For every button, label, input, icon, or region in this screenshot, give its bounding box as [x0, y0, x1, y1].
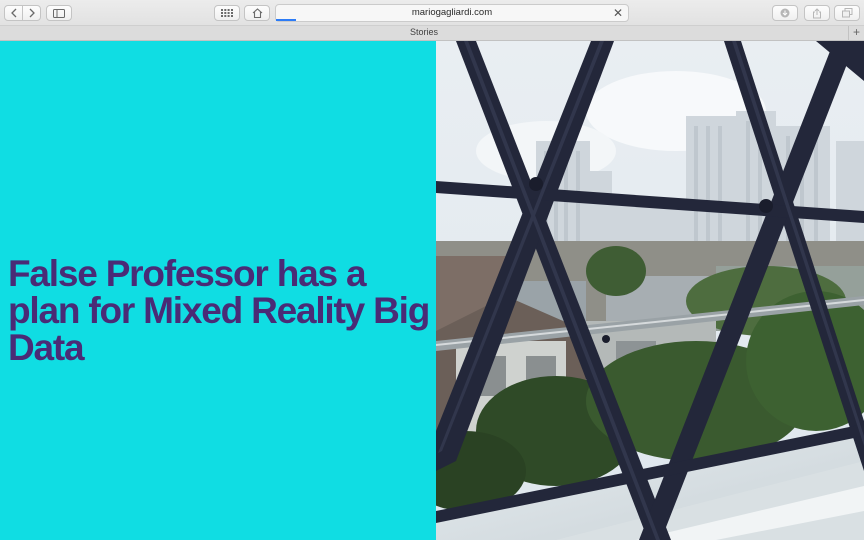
- web-page-content: False Professor has a plan for Mixed Rea…: [0, 41, 864, 540]
- glass-facade-city-image: [436, 41, 864, 540]
- chevron-left-icon: [10, 8, 16, 18]
- new-tab-button[interactable]: +: [848, 26, 864, 40]
- back-button[interactable]: [4, 5, 23, 21]
- share-icon: [813, 7, 821, 18]
- top-sites-button[interactable]: [214, 5, 240, 21]
- share-button[interactable]: [804, 5, 830, 21]
- grid-icon: [221, 9, 233, 17]
- tabs-overview-button[interactable]: [834, 5, 860, 21]
- url-text: mariogagliardi.com: [411, 7, 493, 18]
- download-icon: [780, 8, 790, 18]
- home-icon: [252, 8, 262, 18]
- tab-bar: Stories +: [0, 26, 864, 41]
- story-headline[interactable]: False Professor has a plan for Mixed Rea…: [8, 255, 433, 366]
- tabs-overview-icon: [841, 8, 852, 18]
- hero-photo: [436, 41, 864, 540]
- nav-buttons: [4, 5, 41, 21]
- browser-toolbar: mariogagliardi.com ✕: [0, 0, 864, 26]
- forward-button[interactable]: [22, 5, 41, 21]
- clear-icon[interactable]: ✕: [613, 5, 623, 21]
- sidebar-icon: [53, 8, 65, 18]
- home-button[interactable]: [244, 5, 270, 21]
- page-load-progress: [276, 19, 296, 21]
- address-bar[interactable]: mariogagliardi.com ✕: [275, 4, 629, 22]
- hero-text-panel: False Professor has a plan for Mixed Rea…: [0, 41, 436, 540]
- tab-stories[interactable]: Stories: [0, 27, 848, 37]
- sidebar-button[interactable]: [46, 5, 72, 21]
- chevron-right-icon: [29, 8, 35, 18]
- downloads-button[interactable]: [772, 5, 798, 21]
